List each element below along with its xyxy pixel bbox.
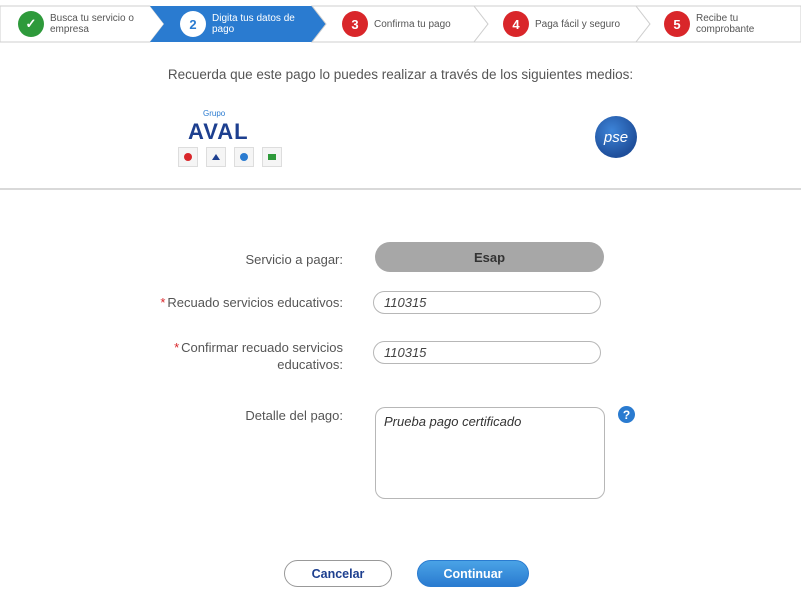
step-5-number: 5 bbox=[664, 11, 690, 37]
cancel-button[interactable]: Cancelar bbox=[284, 560, 392, 587]
bank-av-villas-icon bbox=[262, 147, 282, 167]
bank-popular-icon bbox=[234, 147, 254, 167]
step-3-label: Confirma tu pago bbox=[374, 18, 451, 30]
confirm-label-line2: educativos: bbox=[277, 357, 343, 372]
confirm-recaudo-label: * Confirmar recuado servicios educativos: bbox=[100, 339, 343, 373]
check-icon: ✓ bbox=[18, 11, 44, 37]
step-3-number: 3 bbox=[342, 11, 368, 37]
detail-label: Detalle del pago: bbox=[245, 408, 343, 423]
payment-methods-intro: Recuerda que este pago lo puedes realiza… bbox=[167, 67, 634, 82]
step-3[interactable]: 3 Confirma tu pago bbox=[342, 6, 464, 42]
service-label: Servicio a pagar: bbox=[245, 252, 343, 267]
confirm-label-line1: Confirmar recuado servicios bbox=[181, 340, 343, 355]
progress-stepper: ✓ Busca tu servicio o empresa 2 Digita t… bbox=[0, 0, 801, 48]
aval-wordmark: AVAL bbox=[188, 119, 249, 144]
step-2-label: Digita tus datos de pago bbox=[212, 13, 295, 35]
help-icon[interactable]: ? bbox=[618, 406, 635, 423]
bank-occidente-icon bbox=[206, 147, 226, 167]
required-mark: * bbox=[160, 295, 166, 310]
step-4[interactable]: 4 Paga fácil y seguro bbox=[503, 6, 625, 42]
service-value: Esap bbox=[375, 242, 604, 272]
step-5-label: Recibe tu comprobante bbox=[696, 13, 755, 35]
grupo-aval-logo: Grupo AVAL bbox=[178, 109, 308, 169]
recaudo-input[interactable]: 110315 bbox=[373, 291, 601, 314]
step-4-number: 4 bbox=[503, 11, 529, 37]
pse-logo: pse bbox=[595, 116, 637, 158]
step-4-label: Paga fácil y seguro bbox=[535, 18, 621, 30]
aval-grupo-text: Grupo bbox=[203, 109, 226, 118]
section-divider bbox=[0, 188, 801, 190]
recaudo-label: * Recuado servicios educativos: bbox=[90, 295, 343, 310]
step-5[interactable]: 5 Recibe tu comprobante bbox=[664, 6, 786, 42]
step-1[interactable]: ✓ Busca tu servicio o empresa bbox=[18, 6, 140, 42]
detail-textarea[interactable]: Prueba pago certificado bbox=[375, 407, 605, 499]
recaudo-label-text: Recuado servicios educativos: bbox=[167, 295, 343, 310]
bank-bogota-icon bbox=[178, 147, 198, 167]
continue-button[interactable]: Continuar bbox=[417, 560, 529, 587]
step-2-number: 2 bbox=[180, 11, 206, 37]
step-1-label: Busca tu servicio o empresa bbox=[50, 13, 134, 35]
confirm-recaudo-input[interactable]: 110315 bbox=[373, 341, 601, 364]
step-2[interactable]: 2 Digita tus datos de pago bbox=[180, 6, 302, 42]
aval-bank-icons bbox=[178, 147, 282, 167]
required-mark: * bbox=[174, 340, 180, 355]
